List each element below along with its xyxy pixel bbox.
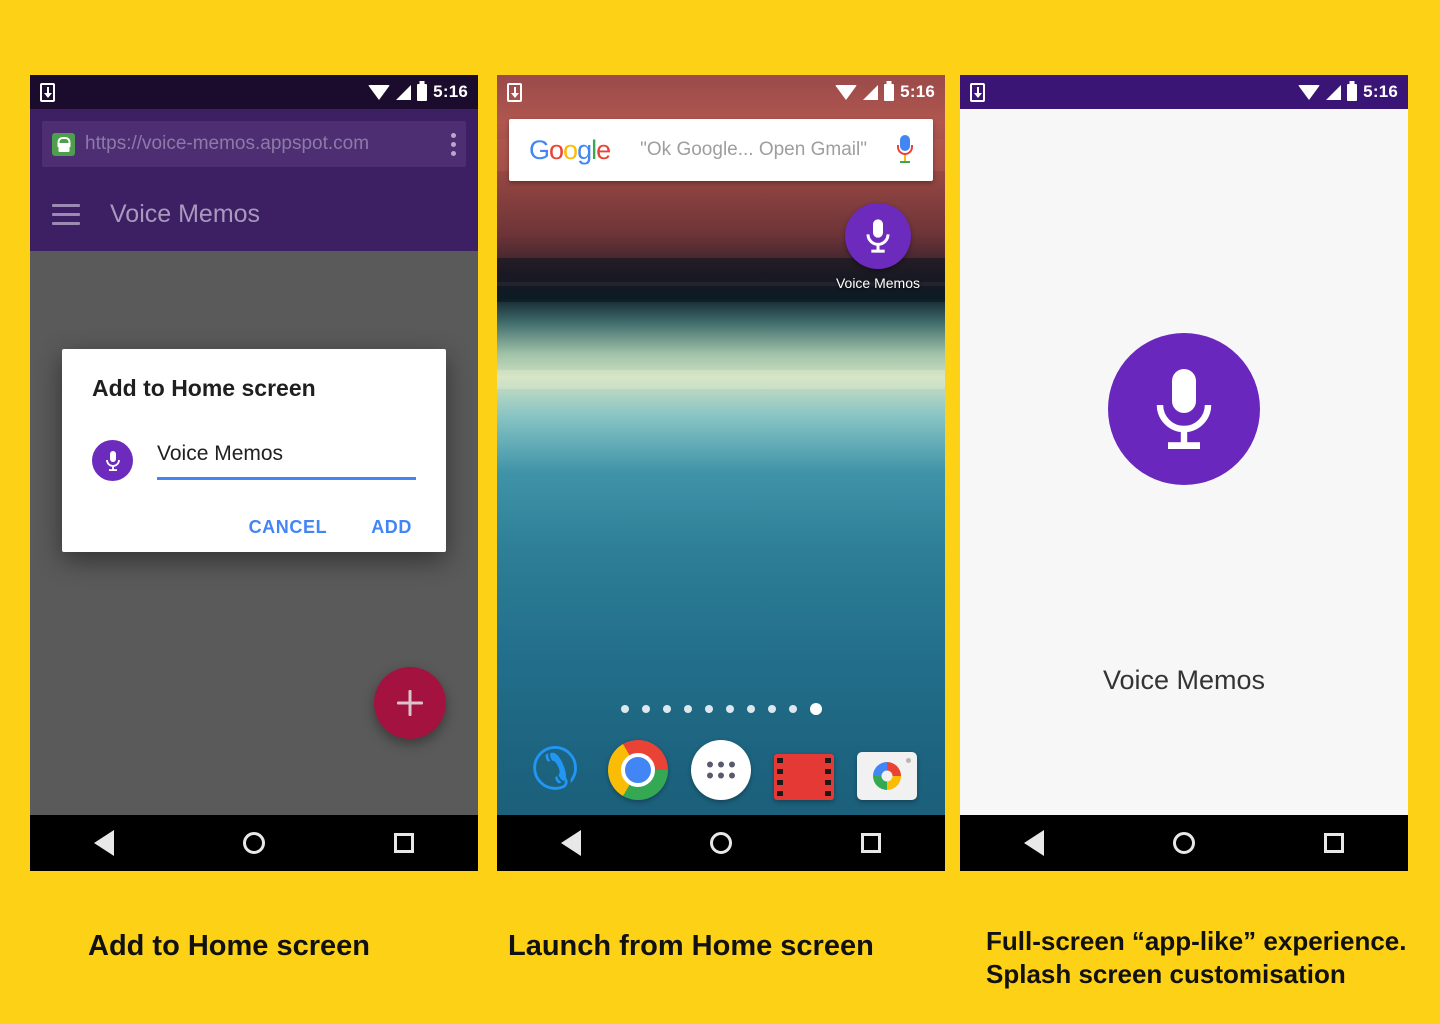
app-bar: Voice Memos — [30, 177, 478, 251]
page-indicator — [497, 703, 945, 715]
page-dot[interactable] — [767, 705, 776, 713]
chrome-icon[interactable] — [607, 740, 668, 800]
back-icon[interactable] — [561, 830, 582, 856]
google-logo: Google — [529, 134, 611, 165]
page-dot[interactable] — [683, 705, 692, 713]
battery-icon — [884, 83, 895, 101]
recents-icon[interactable] — [1323, 833, 1344, 853]
signal-icon — [396, 84, 412, 100]
wifi-icon — [1298, 84, 1321, 100]
phone-screen-browser: 5:16 https://voice-memos.appspot.com Voi… — [30, 75, 478, 871]
back-icon[interactable] — [1024, 830, 1045, 856]
wifi-icon — [835, 84, 858, 100]
download-icon — [970, 82, 985, 102]
microphone-glyph — [1156, 369, 1212, 449]
status-bar: 5:16 — [30, 75, 478, 109]
recents-icon[interactable] — [860, 833, 881, 853]
page-dot[interactable] — [725, 705, 734, 713]
navigation-bar — [960, 815, 1408, 871]
poster-stage: 5:16 https://voice-memos.appspot.com Voi… — [0, 0, 1440, 1024]
status-bar: 5:16 — [497, 75, 945, 109]
app-drawer-icon[interactable] — [690, 740, 751, 800]
hamburger-icon[interactable] — [52, 203, 80, 225]
page-dot-active[interactable] — [809, 703, 822, 715]
add-to-home-screen-dialog: Add to Home screen CANCEL ADD — [62, 349, 446, 552]
caption-panel-3: Full-screen “app-like” experience. Splas… — [986, 925, 1407, 992]
status-bar: 5:16 — [960, 75, 1408, 109]
add-recording-fab[interactable] — [374, 667, 446, 739]
page-dot[interactable] — [704, 705, 713, 713]
microphone-glyph — [866, 219, 890, 253]
add-button[interactable]: ADD — [371, 517, 412, 538]
phone-screen-home: 5:16 Google "Ok Google... Open Gmail" Vo… — [497, 75, 945, 871]
signal-icon — [863, 84, 879, 100]
battery-icon — [1347, 83, 1358, 101]
overflow-menu-icon[interactable] — [451, 132, 456, 156]
microphone-icon — [1108, 333, 1260, 485]
browser-toolbar: https://voice-memos.appspot.com — [30, 109, 478, 177]
caption-panel-1: Add to Home screen — [88, 930, 370, 962]
lock-icon — [52, 132, 75, 156]
google-search-widget[interactable]: Google "Ok Google... Open Gmail" — [509, 119, 933, 181]
shortcut-label: Voice Memos — [835, 275, 921, 291]
clock: 5:16 — [900, 82, 935, 101]
page-dot[interactable] — [620, 705, 629, 713]
caption-panel-2: Launch from Home screen — [508, 930, 874, 962]
download-icon — [507, 82, 522, 102]
splash-app-name: Voice Memos — [1102, 665, 1266, 695]
shortcut-name-input[interactable] — [157, 441, 416, 477]
signal-icon — [1326, 84, 1342, 100]
home-icon[interactable] — [242, 832, 265, 854]
microphone-glyph — [105, 450, 120, 471]
app-bar-title: Voice Memos — [110, 199, 261, 228]
camera-icon[interactable] — [857, 752, 918, 800]
cancel-button[interactable]: CANCEL — [249, 517, 328, 538]
page-dot[interactable] — [746, 705, 755, 713]
download-icon — [40, 82, 55, 102]
search-hint[interactable]: "Ok Google... Open Gmail" — [610, 139, 897, 161]
home-shortcut-voice-memos[interactable]: Voice Memos — [828, 203, 928, 291]
wifi-icon — [368, 84, 391, 100]
caption-panel-3-line1: Full-screen “app-like” experience. — [986, 926, 1407, 956]
microphone-icon — [845, 203, 911, 269]
url-text[interactable]: https://voice-memos.appspot.com — [85, 133, 451, 155]
home-icon[interactable] — [709, 832, 732, 854]
phone-icon[interactable] — [525, 740, 585, 800]
splash-content: Voice Memos — [960, 109, 1408, 815]
battery-icon — [417, 83, 428, 101]
page-dot[interactable] — [641, 705, 650, 713]
play-movies-icon[interactable] — [774, 754, 835, 800]
page-dot[interactable] — [662, 705, 671, 713]
navigation-bar — [497, 815, 945, 871]
microphone-icon — [92, 440, 133, 481]
dock — [497, 731, 945, 809]
home-icon[interactable] — [1172, 832, 1195, 854]
clock: 5:16 — [1363, 82, 1398, 101]
address-bar[interactable]: https://voice-memos.appspot.com — [42, 121, 466, 167]
page-dot[interactable] — [788, 705, 797, 713]
navigation-bar — [30, 815, 478, 871]
input-underline — [157, 476, 416, 480]
google-mic-icon[interactable] — [897, 135, 913, 165]
dialog-title: Add to Home screen — [92, 375, 316, 401]
phone-screen-splash: 5:16 Voice Memos — [960, 75, 1408, 871]
clock: 5:16 — [433, 82, 468, 101]
back-icon[interactable] — [94, 830, 115, 856]
recents-icon[interactable] — [393, 833, 414, 853]
shortcut-name-field — [157, 441, 416, 480]
caption-panel-3-line2: Splash screen customisation — [986, 959, 1346, 990]
